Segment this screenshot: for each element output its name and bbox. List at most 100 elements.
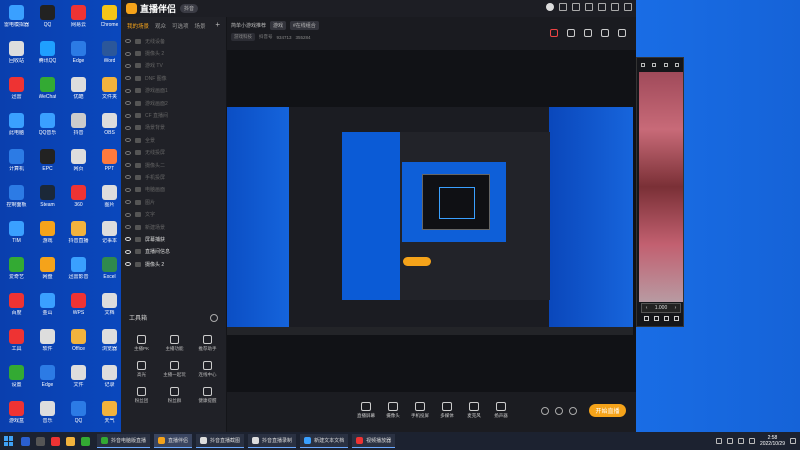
minimize-icon[interactable] [652, 63, 657, 67]
wechat-pin-icon[interactable] [81, 436, 90, 446]
scene-item[interactable]: 摄像头 2 [121, 258, 226, 270]
scene-item[interactable]: 图片 [121, 196, 226, 208]
taskbar-task[interactable]: 抖音电脑版直播 [97, 434, 151, 448]
eye-icon[interactable] [125, 150, 131, 155]
fit-icon[interactable] [653, 316, 659, 321]
room-tag[interactable]: 游戏 [270, 21, 287, 30]
room-title[interactable]: 简单小游戏推荐 [231, 22, 266, 29]
source-button[interactable]: 麦克风 [465, 402, 483, 419]
message-icon[interactable] [559, 3, 567, 11]
eye-icon[interactable] [125, 249, 131, 254]
input-method-icon[interactable] [748, 438, 755, 444]
desktop-icon[interactable]: 抖音 [63, 110, 94, 146]
scene-item[interactable]: 无线投屏 [121, 147, 226, 159]
scene-item[interactable]: 游戏 TV [121, 60, 226, 72]
tool-button[interactable]: 高光 [125, 361, 158, 387]
scene-item[interactable]: 无线设备 [121, 35, 226, 47]
tab-0[interactable]: 我的场景 [127, 22, 149, 30]
desktop-icon[interactable]: 网盘 [32, 254, 63, 290]
task-view-icon[interactable] [36, 436, 45, 446]
tool-button[interactable]: 推荐助手 [191, 335, 224, 361]
zoom-increase-icon[interactable]: › [675, 305, 677, 311]
desktop-icon[interactable]: Edge [32, 362, 63, 398]
desktop-icon[interactable]: 百度 [1, 290, 32, 326]
scene-item[interactable]: 电脑画面 [121, 184, 226, 196]
eye-icon[interactable] [125, 200, 131, 205]
crop-icon[interactable] [643, 316, 649, 321]
source-button[interactable]: 摄像头 [384, 402, 402, 419]
fullscreen-icon[interactable] [663, 316, 669, 321]
desktop-icon[interactable]: 迅雷影音 [63, 254, 94, 290]
eye-icon[interactable] [125, 88, 131, 93]
zoom-decrease-icon[interactable]: ‹ [646, 305, 648, 311]
desktop-icon[interactable]: TIM [1, 218, 32, 254]
gift-icon[interactable] [550, 29, 558, 37]
source-button[interactable]: 扬声器 [492, 402, 510, 419]
toolbox-settings-icon[interactable] [210, 313, 218, 322]
tab-2[interactable]: 可选项 [172, 22, 189, 30]
desktop-icon[interactable]: 优酷 [63, 74, 94, 110]
start-live-button[interactable]: 开始直播 [589, 404, 626, 417]
tool-button[interactable]: 主播PK [125, 335, 158, 361]
scene-item[interactable]: 游戏画面2 [121, 97, 226, 109]
lock-icon[interactable] [567, 29, 575, 37]
eye-icon[interactable] [125, 39, 131, 44]
desktop-icon[interactable]: Edge [63, 38, 94, 74]
layout-icon[interactable] [584, 29, 592, 37]
close-button[interactable] [624, 3, 632, 11]
volume-icon[interactable] [737, 438, 744, 444]
scene-item[interactable]: 摄像头 2 [121, 47, 226, 59]
eye-icon[interactable] [125, 76, 131, 81]
desktop-icon[interactable]: Office [63, 326, 94, 362]
tab-3[interactable]: 场景 [195, 22, 206, 30]
camera-settings-icon[interactable] [541, 407, 549, 415]
eye-icon[interactable] [125, 101, 131, 106]
eye-icon[interactable] [125, 187, 131, 192]
source-button[interactable]: 直播屏幕 [357, 402, 375, 419]
scene-item[interactable]: DNF 图像 [121, 72, 226, 84]
notification-icon[interactable] [790, 438, 796, 444]
effects-icon[interactable] [555, 407, 563, 415]
desktop-icon[interactable]: 360 [63, 182, 94, 218]
share-icon[interactable] [618, 29, 626, 37]
desktop-icon[interactable]: 此电脑 [1, 110, 32, 146]
browser-pin-icon[interactable] [51, 436, 60, 446]
rotate-icon[interactable] [673, 316, 679, 321]
tab-1[interactable]: 观众 [155, 22, 166, 30]
scene-item[interactable]: 直播间信息 [121, 246, 226, 258]
eye-icon[interactable] [125, 163, 131, 168]
maximize-icon[interactable] [663, 63, 668, 67]
desktop-icon[interactable]: 金山 [32, 290, 63, 326]
scene-item[interactable]: 摄像头二 [121, 159, 226, 171]
eye-icon[interactable] [125, 138, 131, 143]
scene-item[interactable]: CF 直播间 [121, 109, 226, 121]
desktop-icon[interactable]: 回收站 [1, 38, 32, 74]
pin-icon[interactable] [640, 63, 645, 67]
desktop-icon[interactable]: 网页 [63, 146, 94, 182]
maximize-button[interactable] [611, 3, 619, 11]
taskbar-task[interactable]: 视频播放器 [352, 434, 396, 448]
taskbar-task[interactable]: 抖音直播录制 [248, 434, 297, 448]
network-icon[interactable] [726, 438, 733, 444]
desktop-icon[interactable]: 迅雷 [1, 74, 32, 110]
desktop-icon[interactable]: 软件 [32, 326, 63, 362]
desktop-icon[interactable]: WeChat [32, 74, 63, 110]
eye-icon[interactable] [125, 175, 131, 180]
taskbar-task[interactable]: 抖音直播截图 [196, 434, 245, 448]
floating-preview-window[interactable]: ‹ 1.000 › [636, 57, 684, 327]
scene-item[interactable]: 场景背景 [121, 122, 226, 134]
desktop-icon[interactable]: 计算机 [1, 146, 32, 182]
scene-item[interactable]: 全景 [121, 134, 226, 146]
scene-item[interactable]: 手机投屏 [121, 171, 226, 183]
desktop-icon[interactable]: 工具 [1, 326, 32, 362]
eye-icon[interactable] [125, 212, 131, 217]
tool-button[interactable]: 粉丝群 [158, 387, 191, 413]
desktop-icon[interactable]: Steam [32, 182, 63, 218]
search-icon[interactable] [21, 436, 30, 446]
eye-icon[interactable] [125, 237, 131, 242]
taskbar-task[interactable]: 新建文本文档 [300, 434, 349, 448]
add-scene-button[interactable]: + [215, 21, 220, 29]
desktop-icon[interactable]: WPS [63, 290, 94, 326]
settings-icon[interactable] [572, 3, 580, 11]
taskbar-task[interactable]: 直播伴侣 [154, 434, 193, 448]
